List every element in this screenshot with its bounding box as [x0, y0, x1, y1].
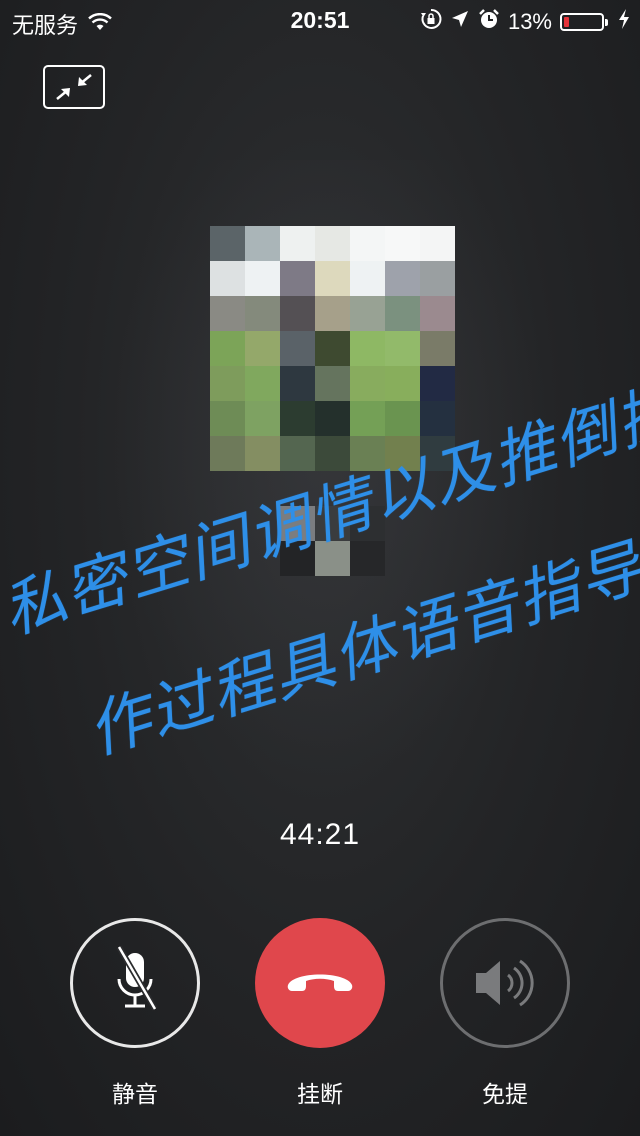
location-icon — [450, 9, 470, 35]
avatar-pixel — [245, 226, 280, 261]
avatar-pixel — [385, 366, 420, 401]
avatar-pixel — [350, 261, 385, 296]
battery-icon — [560, 13, 608, 31]
avatar-pixel — [315, 226, 350, 261]
avatar-pixel — [385, 331, 420, 366]
hangup-button[interactable] — [255, 918, 385, 1048]
avatar-pixel — [210, 296, 245, 331]
avatar-pixel — [350, 226, 385, 261]
avatar-pixel — [385, 401, 420, 436]
minimize-button[interactable] — [43, 65, 105, 109]
avatar-pixel — [280, 401, 315, 436]
battery-percent: 13% — [507, 9, 552, 34]
avatar-pixel — [210, 261, 245, 296]
avatar-pixel — [315, 261, 350, 296]
avatar-pixel — [385, 261, 420, 296]
call-timer: 44:21 — [279, 818, 361, 851]
avatar-pixel — [280, 261, 315, 296]
phone-hangup-icon — [287, 974, 353, 991]
avatar-pixel — [420, 296, 455, 331]
avatar-pixel — [245, 366, 280, 401]
alarm-icon — [478, 8, 500, 36]
avatar-pixel — [315, 366, 350, 401]
avatar-pixel — [280, 331, 315, 366]
avatar-pixel — [210, 366, 245, 401]
status-bar-right: 13% — [420, 8, 630, 36]
avatar-pixel — [315, 331, 350, 366]
avatar-pixel — [245, 331, 280, 366]
voice-call-screen: 无服务 20:51 13% 私密空间调情以及推倒操 作过程具体语音指导 44:2… — [0, 0, 640, 1136]
avatar-pixel — [245, 401, 280, 436]
orientation-lock-icon — [420, 8, 442, 36]
avatar-pixel — [280, 436, 315, 471]
minimize-icon — [56, 74, 92, 100]
hangup-label: 挂断 — [297, 1081, 343, 1107]
avatar-pixel — [245, 436, 280, 471]
avatar-pixel — [280, 366, 315, 401]
avatar-pixel — [350, 296, 385, 331]
battery-level-fill — [564, 17, 569, 27]
speaker-label: 免提 — [482, 1081, 528, 1107]
avatar-pixel — [245, 296, 280, 331]
microphone-muted-icon — [116, 945, 158, 1011]
avatar-pixel — [420, 226, 455, 261]
speaker-button[interactable] — [440, 918, 570, 1048]
status-bar: 无服务 20:51 13% — [0, 0, 640, 40]
mute-button[interactable] — [70, 918, 200, 1048]
avatar-pixel — [385, 226, 420, 261]
avatar-pixel — [420, 261, 455, 296]
mute-label: 静音 — [112, 1081, 158, 1107]
avatar-pixel — [210, 331, 245, 366]
avatar-pixel — [210, 436, 245, 471]
avatar-pixel — [350, 401, 385, 436]
avatar-pixel — [315, 401, 350, 436]
avatar-pixel — [210, 401, 245, 436]
avatar-pixel — [210, 226, 245, 261]
avatar-pixel — [280, 296, 315, 331]
avatar-pixel — [420, 366, 455, 401]
avatar-pixel — [350, 366, 385, 401]
avatar-pixel — [420, 331, 455, 366]
avatar-pixel — [245, 261, 280, 296]
avatar-pixel — [280, 226, 315, 261]
avatar-pixel — [385, 296, 420, 331]
avatar-pixel — [350, 331, 385, 366]
charging-icon — [618, 9, 630, 35]
speaker-icon — [476, 959, 534, 1007]
watermark-text: 私密空间调情以及推倒操 作过程具体语音指导 — [0, 373, 640, 769]
avatar-pixel — [315, 296, 350, 331]
